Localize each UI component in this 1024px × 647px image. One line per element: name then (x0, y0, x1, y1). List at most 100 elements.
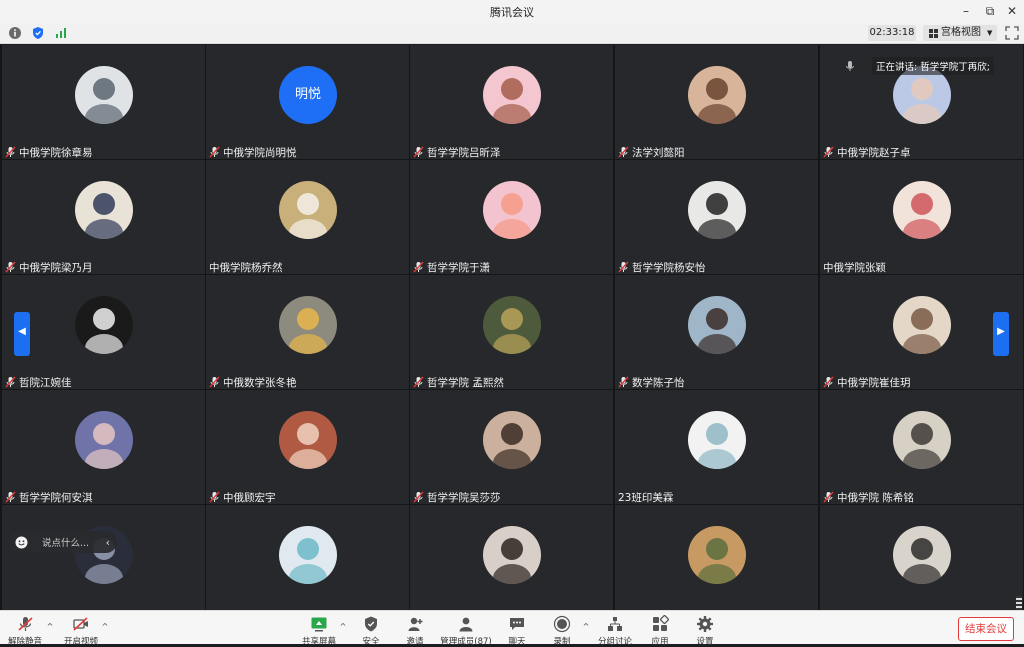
participant-avatar (688, 526, 746, 584)
chevron-up-icon[interactable]: ^ (338, 622, 348, 631)
participant-tile[interactable]: 中俄学院杨乔然 (206, 160, 409, 274)
breakout-button[interactable]: 分组讨论 (594, 615, 636, 647)
avatar-photo (85, 193, 123, 239)
avatar-photo (289, 423, 327, 469)
chat-button[interactable]: 聊天 (498, 615, 536, 647)
participant-tile[interactable]: 哲学学院吴莎莎 (410, 390, 613, 504)
participant-tile[interactable]: 哲院江婉佳 (2, 275, 205, 389)
participant-tile[interactable] (615, 505, 818, 610)
participant-tile[interactable]: 哲学学院何安淇 (2, 390, 205, 504)
chevron-up-icon[interactable]: ^ (45, 622, 55, 631)
avatar-photo (289, 193, 327, 239)
participant-tile[interactable] (410, 505, 613, 610)
participant-name: 中俄学院尚明悦 (223, 146, 297, 159)
chevron-right-icon: ▶ (997, 326, 1005, 337)
participant-tile[interactable]: 哲学学院 孟熙然 (410, 275, 613, 389)
close-button[interactable]: ✕ (1004, 3, 1020, 19)
security-shield-icon (365, 616, 377, 632)
participant-name: 哲学学院吴莎莎 (427, 491, 501, 504)
participant-tile[interactable]: 明悦中俄学院尚明悦 (206, 45, 409, 159)
view-selector[interactable]: 宫格视图 ▼ (923, 25, 997, 41)
participant-tile[interactable]: 哲学学院吕昕泽 (410, 45, 613, 159)
participant-nameplate: 哲院江婉佳 (5, 374, 72, 390)
minimize-button[interactable]: – (958, 3, 974, 19)
muted-mic-icon (823, 491, 834, 503)
participant-nameplate: 中俄学院崔佳玥 (823, 374, 911, 390)
participant-avatar (893, 296, 951, 354)
chevron-up-icon[interactable]: ^ (100, 622, 110, 631)
chat-bubble-icon (510, 618, 524, 630)
participant-tile[interactable] (2, 505, 205, 610)
muted-mic-icon (5, 146, 16, 158)
avatar-initials: 明悦 (294, 87, 321, 102)
participant-name: 哲学学院杨安怡 (632, 261, 706, 274)
participant-nameplate: 中俄学院徐章易 (5, 144, 93, 160)
participant-tile[interactable]: 中俄学院徐章易 (2, 45, 205, 159)
participant-tile[interactable]: 中俄学院张颖 (820, 160, 1023, 274)
info-icon[interactable] (8, 26, 22, 40)
participant-tile[interactable] (206, 505, 409, 610)
avatar-photo (698, 78, 736, 124)
participant-name: 中俄学院 陈希铭 (837, 491, 914, 504)
fullscreen-icon[interactable] (1005, 26, 1019, 40)
invite-button[interactable]: 邀请 (396, 615, 434, 647)
start-video-button[interactable]: 开启视频 (60, 615, 102, 647)
chat-label: 聊天 (508, 637, 526, 647)
participant-tile[interactable]: 哲学学院于潇 (410, 160, 613, 274)
participant-tile[interactable]: 中俄数学张冬艳 (206, 275, 409, 389)
next-page-button[interactable]: ▶ (993, 312, 1009, 356)
chevron-up-icon[interactable]: ^ (581, 622, 591, 631)
participant-avatar (279, 526, 337, 584)
manage-members-button[interactable]: 管理成员(87) (438, 615, 494, 647)
end-meeting-button[interactable]: 结束会议 (958, 617, 1014, 641)
meeting-toolbar: 02:33:18 宫格视图 ▼ (0, 23, 1024, 44)
apps-button[interactable]: 应用 (641, 615, 679, 647)
participant-tile[interactable] (820, 505, 1023, 610)
avatar-photo (903, 538, 941, 584)
participant-nameplate: 中俄学院 陈希铭 (823, 489, 914, 505)
participant-avatar (483, 411, 541, 469)
settings-button[interactable]: 设置 (686, 615, 724, 647)
participant-nameplate: 中俄学院尚明悦 (209, 144, 297, 160)
participant-nameplate: 法学刘懿阳 (618, 144, 685, 160)
record-button[interactable]: 录制 (543, 615, 581, 647)
muted-mic-icon (618, 261, 629, 273)
security-button[interactable]: 安全 (352, 615, 390, 647)
signal-strength-icon[interactable] (54, 26, 68, 40)
mic-off-icon (18, 617, 33, 631)
participant-nameplate: 哲学学院吴莎莎 (413, 489, 501, 505)
avatar-photo (698, 538, 736, 584)
participant-tile[interactable]: 23班印美霖 (615, 390, 818, 504)
chat-quick-input[interactable]: 说点什么... ‹ (9, 531, 117, 553)
participant-tile[interactable]: 中俄顾宏宇 (206, 390, 409, 504)
invite-person-icon (408, 617, 423, 631)
participant-avatar (688, 296, 746, 354)
participant-tile[interactable]: 中俄学院 陈希铭 (820, 390, 1023, 504)
participant-avatar (483, 296, 541, 354)
speaking-text: 正在讲话: 哲学学院丁再欣; (872, 57, 994, 75)
muted-mic-icon (413, 376, 424, 388)
participant-tile[interactable]: 哲学学院杨安怡 (615, 160, 818, 274)
participant-tile[interactable]: 法学刘懿阳 (615, 45, 818, 159)
restore-button[interactable]: ⧉ (982, 3, 998, 19)
share-screen-button[interactable]: 共享屏幕 (298, 615, 340, 647)
unmute-button[interactable]: 解除静音 (4, 615, 46, 647)
participant-nameplate: 23班印美霖 (618, 489, 673, 505)
chevron-left-icon[interactable]: ‹ (106, 536, 110, 549)
participant-name: 中俄学院杨乔然 (209, 261, 283, 274)
prev-page-button[interactable]: ◀ (14, 312, 30, 356)
participant-tile[interactable]: 中俄学院梁乃月 (2, 160, 205, 274)
participant-grid: 中俄学院徐章易 明悦 中俄学院尚明悦 哲学学院吕昕泽 法学刘懿阳 中俄学院赵子卓 中俄学院梁… (0, 45, 1024, 610)
participant-avatar (483, 66, 541, 124)
emoji-icon[interactable] (15, 536, 28, 549)
participant-avatar (483, 526, 541, 584)
participant-tile[interactable]: 数学陈子怡 (615, 275, 818, 389)
participant-nameplate: 哲学学院吕昕泽 (413, 144, 501, 160)
gear-icon (697, 616, 713, 632)
shield-icon[interactable] (31, 26, 45, 40)
participant-avatar (279, 411, 337, 469)
share-screen-label: 共享屏幕 (301, 637, 336, 647)
participant-avatar (279, 181, 337, 239)
participant-name: 中俄学院张颖 (823, 261, 886, 274)
participant-name: 哲学学院何安淇 (19, 491, 93, 504)
